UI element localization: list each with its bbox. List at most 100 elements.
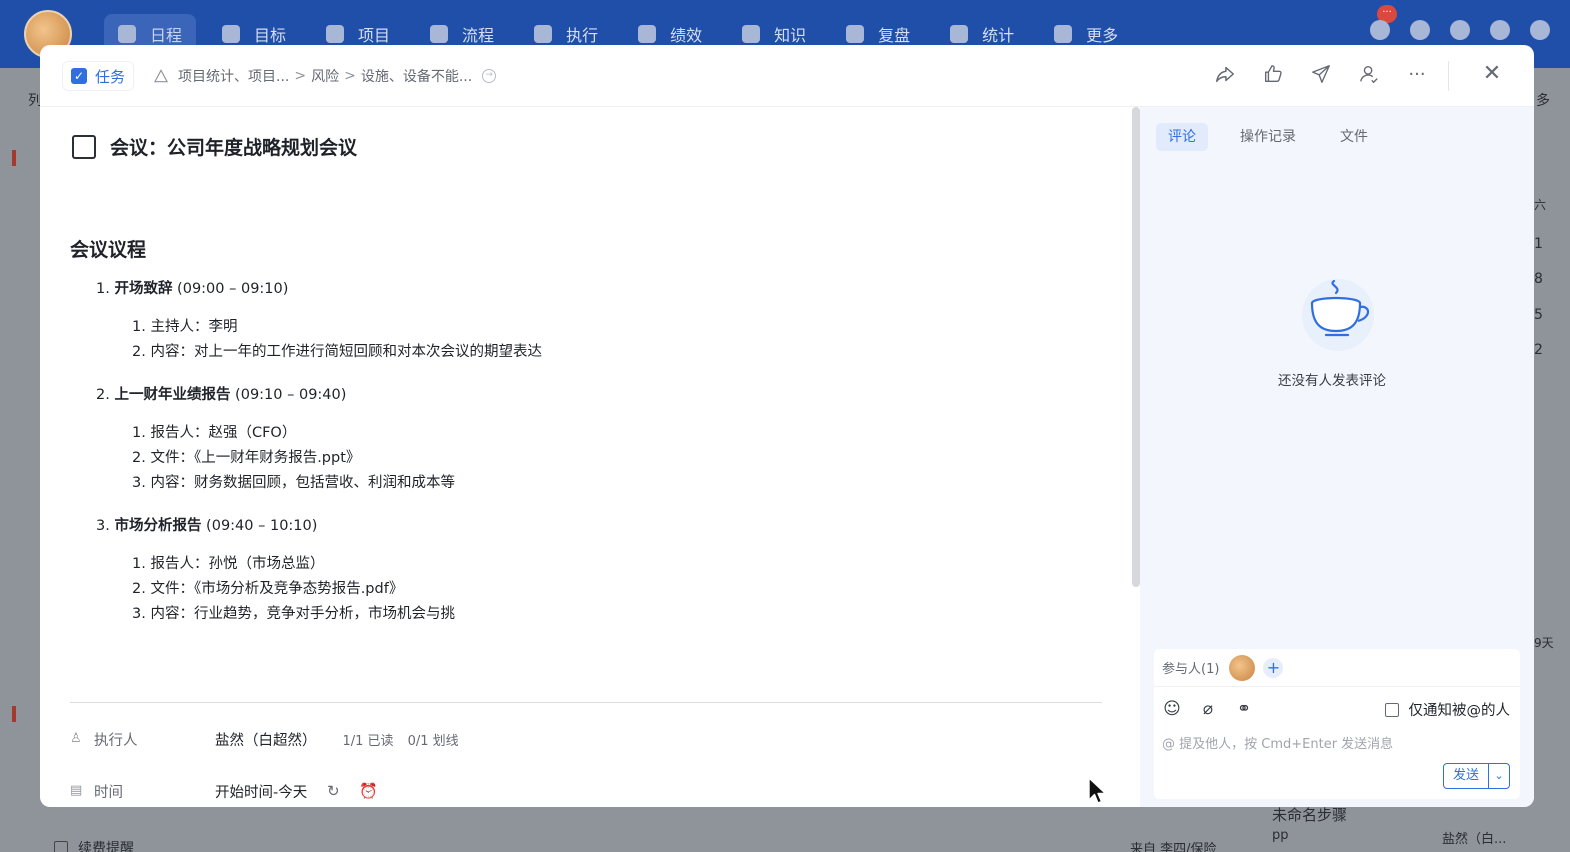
section-time: (09:10 – 09:40) [230,387,347,403]
task-type-label: 任务 [95,67,126,86]
info-icon[interactable] [1450,20,1470,40]
notify-mentioned-only[interactable]: 仅通知被@的人 [1384,699,1511,720]
agenda-section: 2. 上一财年业绩报告 (09:10 – 09:40) 1. 报告人：赵强（CF… [96,383,1096,496]
priority-marker [12,150,16,166]
nav-item-label: 流程 [462,26,495,45]
agenda-item: 1. 主持人：李明 [132,319,238,335]
checkbox[interactable] [54,841,68,852]
attachment-icon[interactable]: ⌀ [1198,699,1218,719]
share-icon[interactable] [1214,63,1236,85]
section-title-bold: 上一财年业绩报告 [114,387,231,403]
chart-icon [638,25,657,43]
task-type-tag[interactable]: ✓ 任务 [62,61,135,91]
agenda-item: 1. 报告人：赵强（CFO） [132,425,297,441]
agenda-section-title: 2. 上一财年业绩报告 (09:10 – 09:40) [96,383,1096,407]
breadcrumb-item[interactable]: 风险 [311,66,339,86]
priority-marker [12,706,16,722]
step-title[interactable]: 未命名步骤 [1272,804,1347,825]
target-icon [222,25,241,43]
calendar-date[interactable]: 1 [1534,236,1543,252]
list-item[interactable]: 续费提醒 [54,838,134,852]
alarm-icon[interactable]: ⏰ [359,783,378,799]
tab-activity-log[interactable]: 操作记录 [1228,123,1308,151]
time-field: ▤ 时间 开始时间-今天 ↻ ⏰ [70,779,393,803]
tab-files[interactable]: 文件 [1328,123,1380,151]
book-icon [742,25,761,43]
header-divider [1448,61,1449,91]
section-title-bold: 开场致辞 [114,281,173,297]
repeat-icon[interactable]: ↻ [325,783,341,799]
bg-right-label: 多 [1536,93,1550,109]
read-count[interactable]: 1/1 已读 [343,730,394,749]
like-icon[interactable] [1262,63,1284,85]
time-label: 时间 [94,784,123,801]
send-button-group: 发送 ⌄ [1442,763,1510,789]
add-participant-button[interactable]: + [1263,657,1284,678]
panel-tabs: 评论 操作记录 文件 [1156,123,1396,151]
send-button[interactable]: 发送 [1444,764,1489,788]
content-scrollbar[interactable] [1132,107,1140,587]
strike-count[interactable]: 0/1 划线 [408,730,459,749]
days-label: 9天 [1534,636,1554,650]
agenda-item: 3. 内容：财务数据回顾，包括营收、利润和成本等 [132,475,455,491]
notify-label: 仅通知被@的人 [1408,703,1511,719]
bell-icon[interactable] [1370,20,1390,40]
header-actions: ··· [1214,63,1428,85]
list-icon [534,25,553,43]
breadcrumb-item[interactable]: 设施、设备不能... [361,66,472,86]
calendar-day-header: 六 [1534,198,1547,212]
nav-item-label: 复盘 [878,26,911,45]
calendar-date[interactable]: 8 [1534,271,1543,287]
breadcrumb-item[interactable]: 项目统计、项目... [178,66,289,86]
link-icon[interactable]: ⚭ [1234,699,1254,719]
participant-avatar[interactable] [1229,654,1256,681]
participants-label: 参与人(1) [1162,662,1220,677]
warning-icon [154,69,168,83]
more-icon[interactable]: ··· [1406,63,1428,85]
agenda-item: 1. 报告人：孙悦（市场总监） [132,556,325,572]
task-title[interactable]: 会议：公司年度战略规划会议 [110,133,357,160]
assignee-label-wrap: ♙ 执行人 [70,729,215,750]
tab-comments[interactable]: 评论 [1156,123,1208,151]
breadcrumb-separator: > [294,68,307,84]
assign-user-icon[interactable] [1358,63,1380,85]
section-number: 2. [96,387,110,403]
section-time: (09:40 – 10:10) [201,518,318,534]
time-value[interactable]: 开始时间-今天 [215,781,307,802]
assignee-value[interactable]: 盐然（白超然） [215,729,317,750]
comment-input[interactable]: @ 提及他人，按 Cmd+Enter 发送消息 [1162,733,1393,752]
user-icon: ♙ [70,731,82,746]
top-right-tools [1370,20,1550,40]
assignee-field: ♙ 执行人 盐然（白超然） 1/1 已读 0/1 划线 [70,727,473,751]
chevron-down-icon[interactable]: ⌄ [1489,764,1509,788]
search-icon[interactable] [1410,20,1430,40]
close-icon[interactable]: ✕ [1480,63,1504,87]
send-icon[interactable] [1310,63,1332,85]
nav-item-label: 项目 [358,26,391,45]
breadcrumb: 项目统计、项目... > 风险 > 设施、设备不能... → [154,66,497,86]
pie-icon [950,25,969,43]
nav-item-label: 目标 [254,26,287,45]
assignee-label: 执行人 [94,732,138,749]
agenda-section: 1. 开场致辞 (09:00 – 09:10) 1. 主持人：李明 2. 内容：… [96,277,1096,365]
grid-icon [1054,25,1073,43]
section-time: (09:00 – 09:10) [172,281,289,297]
goto-icon[interactable]: → [482,69,497,83]
agenda-item: 3. 内容：行业趋势，竞争对手分析，市场机会与挑 [132,606,455,622]
nav-item-label: 绩效 [670,26,703,45]
agenda-list: 1. 开场致辞 (09:00 – 09:10) 1. 主持人：李明 2. 内容：… [96,277,1096,645]
emoji-icon[interactable]: ☺ [1162,699,1182,719]
notify-checkbox[interactable] [1384,702,1399,717]
checkbox-icon: ✓ [71,68,87,84]
help-icon[interactable] [1530,20,1550,40]
calendar-date[interactable]: 5 [1534,307,1543,323]
calendar-date[interactable]: 2 [1534,342,1543,358]
time-label-wrap: ▤ 时间 [70,781,215,802]
task-complete-checkbox[interactable] [72,134,96,159]
comment-panel: 评论 操作记录 文件 还没有人发表评论 参与人(1) + ☺ ⌀ ⚭ 仅通知被@… [1140,107,1534,807]
comment-composer: 参与人(1) + ☺ ⌀ ⚭ 仅通知被@的人 @ 提及他人，按 Cmd+Ente… [1154,649,1520,799]
gear-icon[interactable] [1490,20,1510,40]
nav-item-label: 执行 [566,26,599,45]
coffee-cup-icon [1302,279,1374,351]
list-item-title: 续费提醒 [78,841,134,852]
